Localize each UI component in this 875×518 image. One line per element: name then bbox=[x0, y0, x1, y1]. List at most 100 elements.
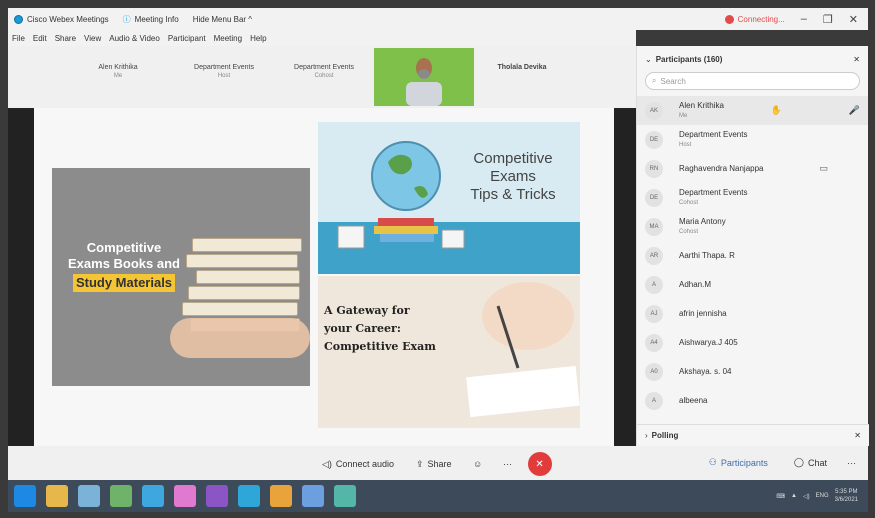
participants-header[interactable]: ⌄ Participants (160) ✕ bbox=[637, 46, 868, 72]
menu-view[interactable]: View bbox=[84, 34, 101, 43]
minimize-icon[interactable]: – bbox=[801, 13, 807, 25]
chrome-icon[interactable] bbox=[270, 485, 292, 507]
search-placeholder: Search bbox=[660, 76, 686, 86]
chat-button[interactable]: ◯ Chat bbox=[788, 454, 833, 471]
reactions-button[interactable]: ☺ bbox=[468, 454, 488, 474]
writing-image: A Gateway for your Career: Competitive E… bbox=[318, 276, 580, 428]
edge-icon[interactable] bbox=[142, 485, 164, 507]
close-icon[interactable]: ✕ bbox=[849, 13, 858, 26]
chat-label: Chat bbox=[807, 457, 827, 468]
avatar: AJ bbox=[645, 304, 663, 323]
avatar: RN bbox=[645, 159, 663, 178]
participant-row[interactable]: DE Department Events Host bbox=[637, 125, 868, 154]
language-indicator[interactable]: ENG bbox=[816, 493, 829, 499]
hand-image bbox=[170, 318, 310, 358]
system-tray: ⌨ ▲ ◁) ENG 5:35 PM 3/6/2021 bbox=[776, 488, 868, 504]
speaker-video[interactable] bbox=[374, 48, 474, 106]
participants-title: Participants (160) bbox=[655, 54, 723, 64]
participant-row[interactable]: A albeena bbox=[637, 386, 868, 415]
expand-chevron-icon[interactable]: › bbox=[645, 431, 648, 440]
menu-file[interactable]: File bbox=[12, 34, 25, 43]
menu-meeting[interactable]: Meeting bbox=[214, 34, 242, 43]
close-icon: ✕ bbox=[535, 458, 544, 470]
close-polling-icon[interactable]: ✕ bbox=[854, 431, 861, 440]
hide-menu-label: Hide Menu Bar ^ bbox=[192, 14, 253, 24]
strip-tile[interactable]: Alen Krithika Me bbox=[78, 64, 158, 79]
participant-name: albeena bbox=[679, 395, 708, 405]
audio-icon: ◁) bbox=[322, 458, 332, 469]
participant-search-input[interactable]: ⌕ Search bbox=[645, 72, 860, 90]
file-explorer-icon[interactable] bbox=[46, 485, 68, 507]
strip-tile-name: Tholala Devika bbox=[497, 64, 547, 71]
share-icon: ⇪ bbox=[415, 458, 424, 469]
clock[interactable]: 5:35 PM 3/6/2021 bbox=[835, 488, 858, 504]
participant-strip: Alen Krithika Me Department Events Host … bbox=[8, 46, 636, 108]
network-icon[interactable]: ▲ bbox=[791, 493, 797, 499]
shared-slide: Competitive Exams Books and Study Materi… bbox=[34, 108, 614, 446]
windows-taskbar: ⌨ ▲ ◁) ENG 5:35 PM 3/6/2021 bbox=[8, 480, 868, 512]
meeting-info-button[interactable]: ⓘ Meeting Info bbox=[123, 14, 179, 25]
menu-audio-video[interactable]: Audio & Video bbox=[109, 34, 160, 43]
start-icon[interactable] bbox=[14, 485, 36, 507]
menu-edit[interactable]: Edit bbox=[33, 34, 47, 43]
participants-button[interactable]: ⚇ Participants bbox=[703, 454, 774, 471]
photos-icon[interactable] bbox=[174, 485, 196, 507]
strip-tile-role: Cohost bbox=[314, 73, 334, 79]
menu-participant[interactable]: Participant bbox=[168, 34, 206, 43]
webex-window: Cisco Webex Meetings ⓘ Meeting Info Hide… bbox=[0, 0, 875, 518]
store-icon[interactable] bbox=[110, 485, 132, 507]
participant-row[interactable]: AR Aarthi Thapa. R bbox=[637, 241, 868, 270]
end-meeting-button[interactable]: ✕ bbox=[527, 452, 552, 476]
mic-icon[interactable]: 🎤 bbox=[849, 105, 860, 116]
video-camera-icon[interactable]: ▭ bbox=[819, 163, 828, 174]
menu-help[interactable]: Help bbox=[250, 34, 266, 43]
volume-icon[interactable]: ◁) bbox=[803, 493, 810, 500]
connect-audio-button[interactable]: ◁) Connect audio bbox=[316, 456, 400, 473]
desktop-icon[interactable] bbox=[78, 485, 100, 507]
participant-row[interactable]: AK Alen Krithika Me ✋ 🎤 bbox=[637, 96, 868, 125]
webex-meetings-icon[interactable] bbox=[334, 485, 356, 507]
webex-logo-icon bbox=[14, 14, 23, 24]
connection-status-text: Connecting... bbox=[737, 14, 785, 24]
connection-status[interactable]: Connecting... bbox=[724, 14, 785, 24]
strip-tile[interactable]: Tholala Devika bbox=[482, 64, 562, 71]
menu-share[interactable]: Share bbox=[55, 34, 76, 43]
participant-row[interactable]: A Adhan.M bbox=[637, 270, 868, 299]
participant-role: Cohost bbox=[679, 228, 699, 235]
info-icon: ⓘ bbox=[122, 14, 131, 24]
strip-tile[interactable]: Department Events Host bbox=[184, 64, 264, 79]
share-button[interactable]: ⇪ Share bbox=[410, 456, 458, 473]
participant-role: Cohost bbox=[679, 199, 699, 206]
participant-list: AK Alen Krithika Me ✋ 🎤 DE Department Eve… bbox=[637, 96, 868, 415]
participant-row[interactable]: A4 Aishwarya.J 405 bbox=[637, 328, 868, 357]
globe-caption-line1: Competitive Exams bbox=[473, 150, 553, 185]
onenote-icon[interactable] bbox=[206, 485, 228, 507]
more-options-button[interactable]: ··· bbox=[498, 454, 518, 474]
restore-icon[interactable]: ❐ bbox=[823, 13, 833, 26]
keyboard-icon[interactable]: ⌨ bbox=[776, 493, 785, 500]
participant-name: Aishwarya.J 405 bbox=[679, 337, 738, 347]
globe-image: Competitive Exams Tips & Tricks bbox=[318, 122, 580, 274]
participant-row[interactable]: RN Raghavendra Nanjappa ▭ bbox=[637, 154, 868, 183]
title-bar: Cisco Webex Meetings ⓘ Meeting Info Hide… bbox=[8, 8, 868, 30]
more-icon[interactable]: ··· bbox=[847, 458, 856, 468]
globe-caption: Competitive Exams Tips & Tricks bbox=[458, 150, 568, 204]
close-panel-icon[interactable]: ✕ bbox=[853, 55, 860, 64]
webex-taskbar-icon[interactable] bbox=[238, 485, 260, 507]
connection-status-icon bbox=[724, 14, 734, 24]
writing-caption-line3: Competitive Exam bbox=[324, 340, 436, 353]
polling-section[interactable]: › Polling ✕ bbox=[637, 424, 869, 446]
hide-menu-bar-button[interactable]: Hide Menu Bar ^ bbox=[193, 15, 252, 24]
strip-tile[interactable]: Department Events Cohost bbox=[284, 64, 364, 79]
collapse-chevron-icon[interactable]: ⌄ bbox=[645, 55, 652, 64]
participant-name: Raghavendra Nanjappa bbox=[679, 163, 764, 173]
participant-row[interactable]: AJ afrin jennisha bbox=[637, 299, 868, 328]
participant-row[interactable]: MA Maria Antony Cohost bbox=[637, 212, 868, 241]
participant-role: Me bbox=[679, 112, 688, 119]
participant-row[interactable]: DE Department Events Cohost bbox=[637, 183, 868, 212]
raise-hand-icon[interactable]: ✋ bbox=[771, 105, 782, 116]
app-icon[interactable] bbox=[302, 485, 324, 507]
books-caption-line2: Exams Books and bbox=[68, 256, 180, 271]
participant-row[interactable]: A0 Akshaya. s. 04 bbox=[637, 357, 868, 386]
writing-caption: A Gateway for your Career: Competitive E… bbox=[324, 302, 454, 356]
